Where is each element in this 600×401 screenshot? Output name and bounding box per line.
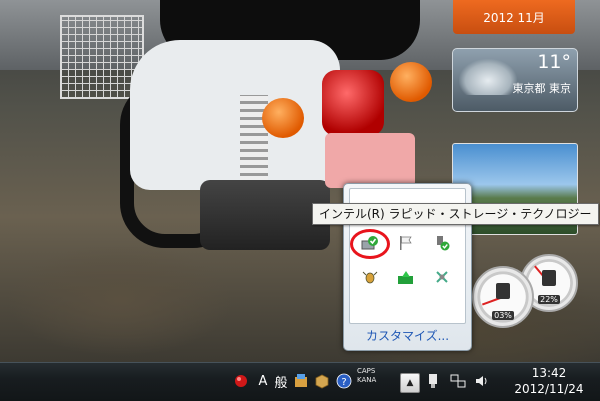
taskbar-clock[interactable]: 13:42 2012/11/24 bbox=[500, 365, 598, 397]
wallpaper-blinker-right bbox=[390, 62, 432, 102]
clock-time: 13:42 bbox=[531, 366, 567, 380]
cpu-meter-gadget[interactable]: 03% bbox=[472, 266, 534, 328]
wallpaper-license-plate bbox=[325, 133, 415, 188]
calendar-month-label: 2012 11月 bbox=[483, 11, 545, 25]
memory-chip-icon bbox=[542, 269, 556, 286]
network-icon[interactable] bbox=[450, 369, 466, 393]
green-arrow-icon[interactable] bbox=[396, 267, 416, 287]
ime-help-icon[interactable]: ? bbox=[335, 369, 353, 393]
red-highlight-circle bbox=[350, 229, 390, 259]
cpu-percent: 03% bbox=[492, 311, 514, 320]
usb-safe-remove-icon[interactable] bbox=[432, 233, 452, 253]
ime-pad-icon[interactable] bbox=[232, 369, 250, 393]
wallpaper-bike-engine bbox=[200, 180, 330, 250]
safely-remove-hardware-icon[interactable] bbox=[425, 369, 441, 393]
caps-lock-label: CAPS bbox=[357, 367, 376, 375]
ime-lock-status[interactable]: CAPS KANA bbox=[357, 367, 376, 385]
ime-input-mode[interactable]: A bbox=[256, 369, 270, 393]
svg-text:?: ? bbox=[341, 377, 346, 388]
network-tool-icon[interactable] bbox=[432, 267, 452, 287]
wallpaper-tail-light bbox=[322, 70, 384, 136]
kana-lock-label: KANA bbox=[357, 376, 377, 384]
bug-icon[interactable] bbox=[360, 267, 380, 287]
clock-date: 2012/11/24 bbox=[514, 382, 584, 396]
wallpaper-bike-body bbox=[130, 40, 340, 190]
calendar-gadget[interactable]: 2012 11月 bbox=[453, 0, 575, 34]
memory-percent: 22% bbox=[538, 295, 560, 304]
weather-gadget[interactable]: 11° 東京都 東京 bbox=[452, 48, 578, 112]
cloud-icon bbox=[459, 59, 517, 95]
flag-icon[interactable] bbox=[396, 233, 416, 253]
ime-dictionary-icon[interactable] bbox=[313, 369, 331, 393]
cpu-chip-icon bbox=[496, 283, 510, 300]
weather-temperature: 11° bbox=[537, 51, 571, 73]
ime-tool-icon[interactable] bbox=[292, 369, 310, 393]
ime-conversion-mode[interactable]: 般 bbox=[272, 369, 290, 393]
volume-icon[interactable] bbox=[474, 369, 490, 393]
customize-link[interactable]: カスタマイズ... bbox=[344, 327, 471, 344]
weather-location: 東京都 東京 bbox=[512, 82, 572, 95]
wallpaper-blinker-left bbox=[262, 98, 304, 138]
tooltip: インテル(R) ラピッド・ストレージ・テクノロジー bbox=[312, 203, 599, 225]
taskbar: A 般 ? CAPS KANA ▲ 13:42 2012/11/24 bbox=[0, 362, 600, 401]
show-hidden-icons-button[interactable]: ▲ bbox=[400, 373, 420, 393]
